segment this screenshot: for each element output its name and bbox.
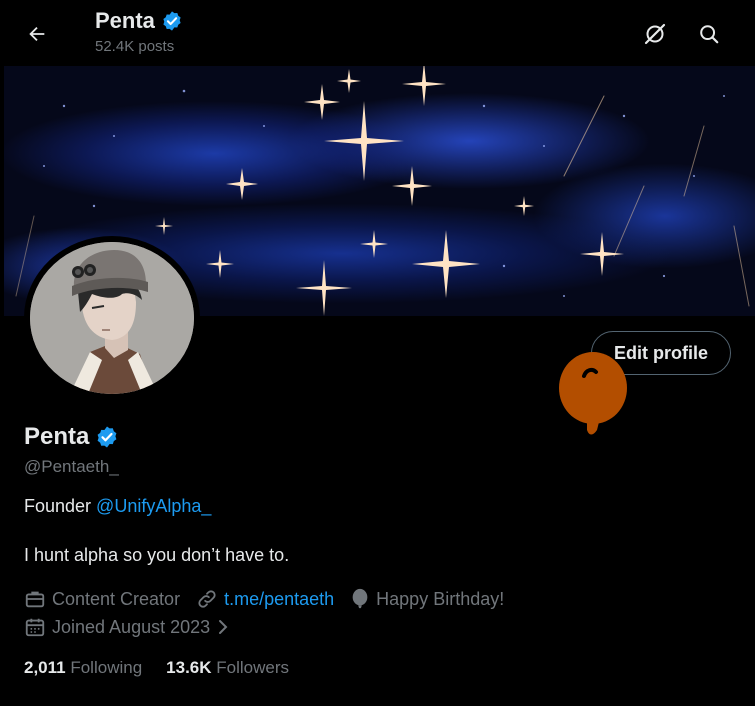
profile-name: Penta — [24, 423, 90, 450]
birthday-item: Happy Birthday! — [350, 588, 504, 610]
follow-stats: 2,011 Following 13.6K Followers — [24, 658, 313, 678]
category-item: Content Creator — [24, 588, 180, 610]
grok-button[interactable] — [639, 18, 671, 50]
balloon-icon — [352, 588, 368, 609]
followers-label: Followers — [216, 658, 290, 677]
profile-joined-row[interactable]: Joined August 2023 — [24, 616, 246, 638]
header-title-block: Penta 52.4K posts — [95, 8, 183, 55]
following-count: 2,011 — [24, 658, 66, 677]
search-icon — [700, 25, 719, 44]
birthday-balloon-icon[interactable] — [558, 350, 628, 443]
bio-line-2: I hunt alpha so you don’t have to. — [24, 545, 290, 565]
chevron-right-icon — [219, 620, 228, 634]
verified-badge-icon[interactable] — [95, 425, 119, 449]
birthday-text: Happy Birthday! — [376, 588, 505, 609]
top-bar: Penta 52.4K posts — [0, 0, 755, 66]
bio-line-1: Founder @UnifyAlpha_ — [24, 496, 211, 517]
joined-item[interactable]: Joined August 2023 — [24, 616, 230, 638]
following-link[interactable]: 2,011 Following — [24, 658, 142, 678]
joined-text: Joined August 2023 — [52, 616, 211, 637]
website-item[interactable]: t.me/pentaeth — [196, 588, 334, 610]
header-post-count: 52.4K posts — [95, 38, 175, 55]
website-link[interactable]: t.me/pentaeth — [224, 589, 334, 610]
profile-handle: @Pentaeth_ — [24, 457, 119, 476]
verified-badge-icon — [163, 11, 181, 31]
back-arrow-icon — [29, 26, 45, 42]
followers-count: 13.6K — [166, 658, 212, 677]
grok-icon — [644, 23, 666, 45]
category-text: Content Creator — [52, 588, 181, 609]
briefcase-icon — [25, 591, 45, 608]
header-name: Penta — [95, 8, 155, 33]
profile-name-row: Penta — [24, 423, 119, 451]
bio-mention-link[interactable]: @UnifyAlpha_ — [96, 496, 211, 516]
back-button[interactable] — [20, 17, 54, 51]
bio-prefix: Founder — [24, 496, 97, 516]
profile-meta-row: Content Creator t.me/pentaeth Happy Birt… — [24, 588, 520, 610]
following-label: Following — [70, 658, 143, 677]
followers-link[interactable]: 13.6K Followers — [166, 658, 289, 678]
search-button[interactable] — [693, 18, 725, 50]
calendar-icon — [25, 618, 45, 637]
avatar[interactable] — [30, 242, 194, 394]
avatar-illustration — [30, 242, 194, 394]
link-icon — [198, 590, 216, 608]
